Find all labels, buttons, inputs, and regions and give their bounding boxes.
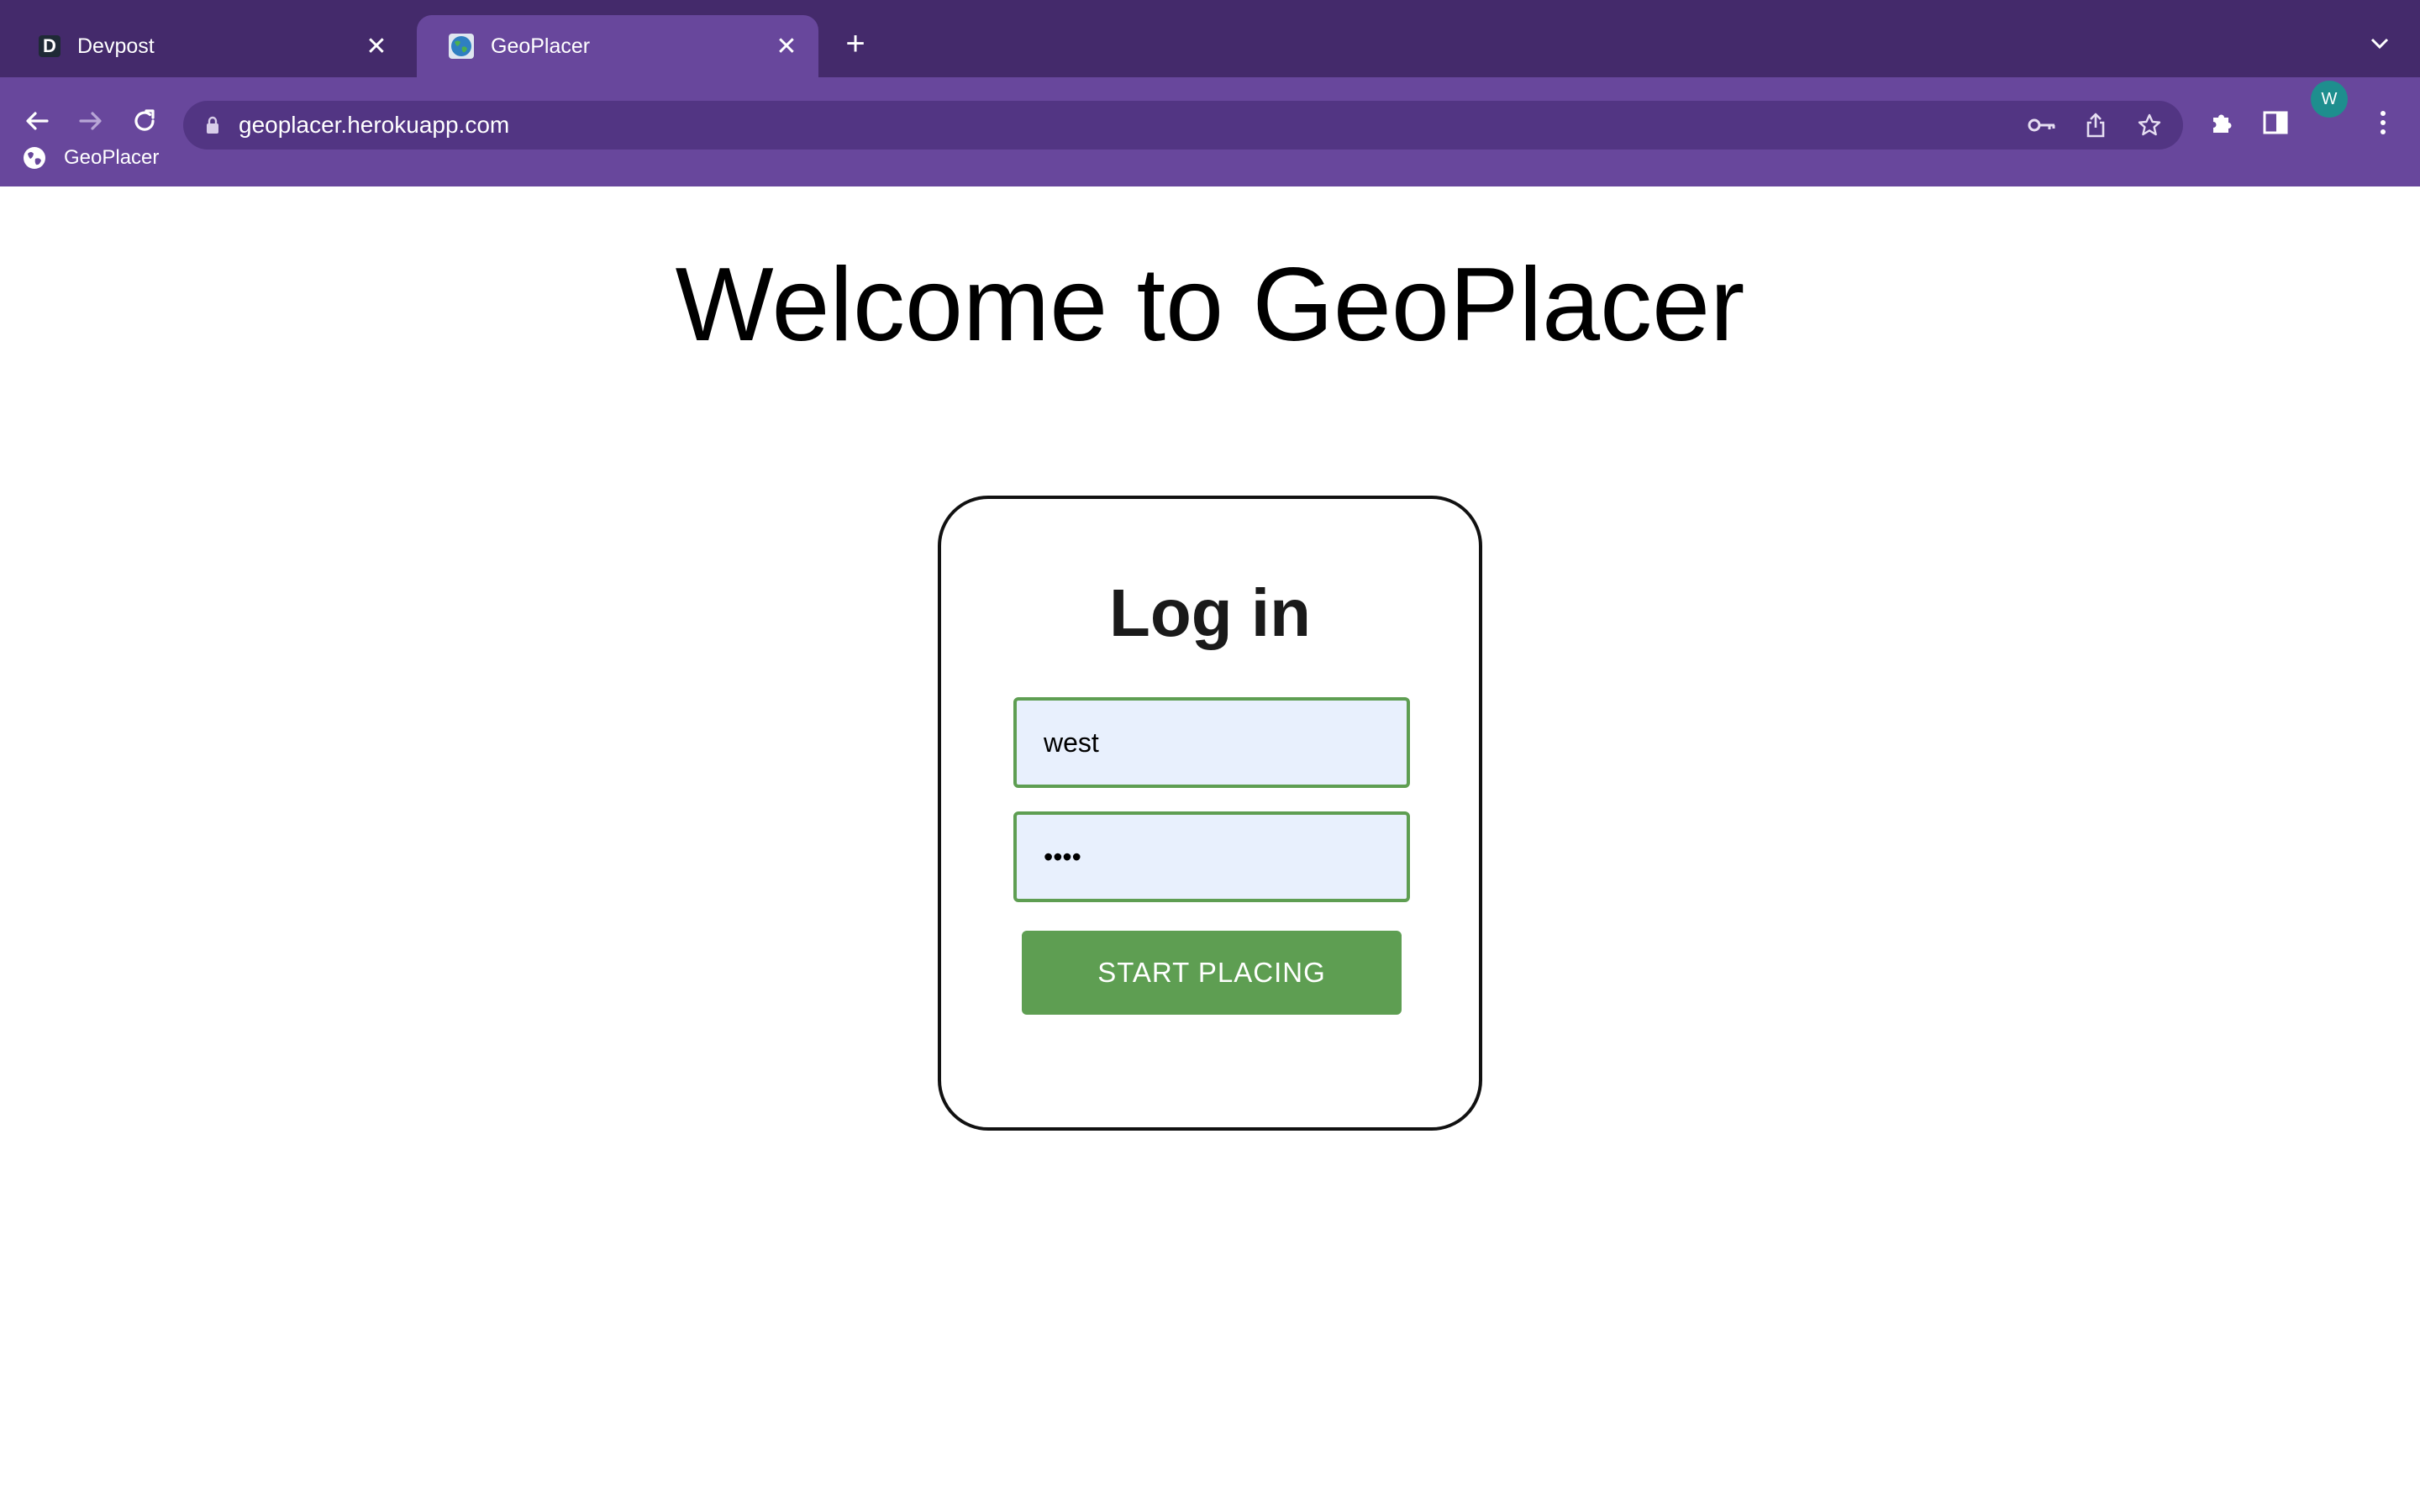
close-tab-icon[interactable]: ✕ (770, 29, 803, 63)
tab-search-chevron-icon[interactable] (2361, 25, 2398, 62)
url-text: geoplacer.herokuapp.com (239, 112, 510, 138)
password-key-icon[interactable] (2022, 105, 2062, 145)
bookmark-label: GeoPlacer (64, 146, 160, 169)
close-tab-icon[interactable]: ✕ (360, 29, 393, 63)
new-tab-button[interactable]: + (837, 25, 874, 62)
tab-title: GeoPlacer (491, 34, 591, 58)
side-panel-icon[interactable] (2252, 99, 2299, 146)
start-placing-button[interactable]: START PLACING (1022, 931, 1402, 1015)
username-input[interactable] (1013, 697, 1410, 788)
back-arrow-icon[interactable] (13, 97, 60, 144)
bookmark-geoplacer[interactable]: GeoPlacer (22, 141, 159, 175)
forward-arrow-icon[interactable] (67, 97, 114, 144)
browser-menu-icon[interactable] (2360, 99, 2407, 146)
tab-geoplacer[interactable]: GeoPlacer ✕ (417, 15, 818, 77)
extensions-puzzle-icon[interactable] (2198, 99, 2245, 146)
share-icon[interactable] (2075, 105, 2116, 145)
globe-icon (22, 145, 47, 171)
globe-favicon-icon (449, 34, 474, 59)
bookmark-star-icon[interactable] (2129, 105, 2170, 145)
page-content: Welcome to GeoPlacer Log in START PLACIN… (0, 186, 2420, 1512)
address-bar[interactable]: geoplacer.herokuapp.com (183, 101, 2183, 150)
tab-devpost[interactable]: D Devpost ✕ (7, 15, 408, 77)
lock-icon[interactable] (205, 116, 220, 134)
login-card: Log in START PLACING (938, 496, 1482, 1131)
password-input[interactable] (1013, 811, 1410, 902)
page-title: Welcome to GeoPlacer (675, 247, 1745, 363)
profile-avatar[interactable]: W (2311, 81, 2348, 118)
tab-strip: D Devpost ✕ GeoPlacer ✕ + (0, 0, 2420, 77)
browser-toolbar: geoplacer.herokuapp.com (0, 77, 2420, 203)
tab-title: Devpost (77, 34, 155, 58)
login-title: Log in (1109, 575, 1311, 650)
reload-icon[interactable] (121, 97, 168, 144)
devpost-favicon-icon: D (39, 35, 60, 57)
